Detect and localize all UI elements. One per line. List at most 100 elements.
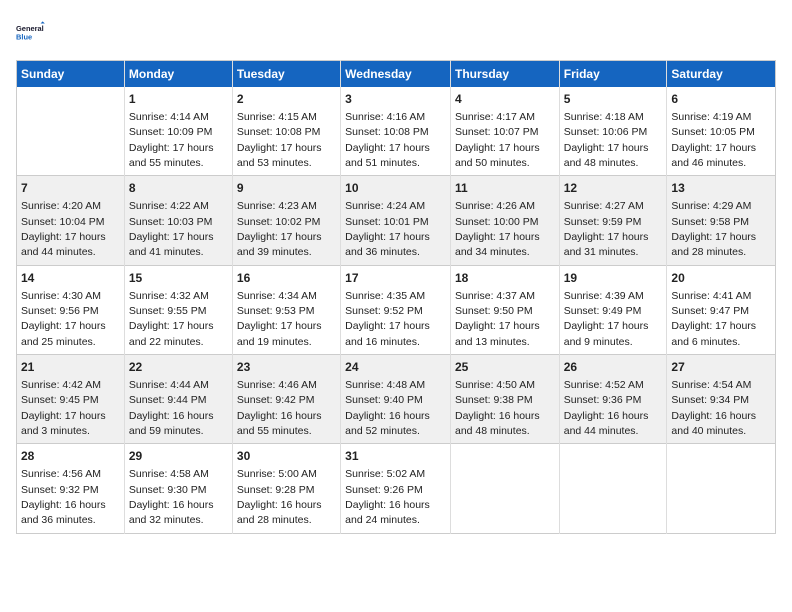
week-row-3: 14 Sunrise: 4:30 AM Sunset: 9:56 PM Dayli… [17, 265, 776, 354]
calendar-table: SundayMondayTuesdayWednesdayThursdayFrid… [16, 60, 776, 534]
day-info: Sunrise: 4:52 AM Sunset: 9:36 PM Dayligh… [564, 379, 649, 437]
weekday-header-wednesday: Wednesday [341, 61, 451, 88]
calendar-cell: 6Sunrise: 4:19 AM Sunset: 10:05 PM Dayli… [667, 87, 776, 176]
calendar-cell: 8 Sunrise: 4:22 AM Sunset: 10:03 PM Dayli… [124, 176, 232, 265]
calendar-cell [17, 87, 125, 176]
day-info: Sunrise: 4:35 AM Sunset: 9:52 PM Dayligh… [345, 290, 430, 348]
calendar-cell: 26 Sunrise: 4:52 AM Sunset: 9:36 PM Dayli… [559, 355, 667, 444]
calendar-cell: 3Sunrise: 4:16 AM Sunset: 10:08 PM Dayli… [341, 87, 451, 176]
day-info: Sunrise: 4:20 AM Sunset: 10:04 PM Daylig… [21, 200, 106, 258]
day-info: Sunrise: 4:24 AM Sunset: 10:01 PM Daylig… [345, 200, 430, 258]
svg-text:Blue: Blue [16, 32, 32, 41]
day-number: 1 [129, 91, 228, 108]
weekday-header-sunday: Sunday [17, 61, 125, 88]
day-number: 19 [564, 270, 663, 287]
calendar-cell: 7 Sunrise: 4:20 AM Sunset: 10:04 PM Dayli… [17, 176, 125, 265]
day-info: Sunrise: 4:27 AM Sunset: 9:59 PM Dayligh… [564, 200, 649, 258]
logo: GeneralBlue [16, 16, 48, 48]
day-number: 28 [21, 448, 120, 465]
day-info: Sunrise: 4:42 AM Sunset: 9:45 PM Dayligh… [21, 379, 106, 437]
day-number: 24 [345, 359, 446, 376]
day-info: Sunrise: 4:30 AM Sunset: 9:56 PM Dayligh… [21, 290, 106, 348]
day-info: Sunrise: 4:19 AM Sunset: 10:05 PM Daylig… [671, 111, 756, 169]
calendar-cell: 14 Sunrise: 4:30 AM Sunset: 9:56 PM Dayli… [17, 265, 125, 354]
weekday-header-thursday: Thursday [450, 61, 559, 88]
calendar-cell: 28 Sunrise: 4:56 AM Sunset: 9:32 PM Dayli… [17, 444, 125, 533]
day-info: Sunrise: 4:34 AM Sunset: 9:53 PM Dayligh… [237, 290, 322, 348]
calendar-cell [559, 444, 667, 533]
calendar-cell: 20 Sunrise: 4:41 AM Sunset: 9:47 PM Dayli… [667, 265, 776, 354]
day-number: 16 [237, 270, 336, 287]
calendar-cell: 4 Sunrise: 4:17 AM Sunset: 10:07 PM Dayli… [450, 87, 559, 176]
day-info: Sunrise: 4:48 AM Sunset: 9:40 PM Dayligh… [345, 379, 430, 437]
calendar-cell [450, 444, 559, 533]
weekday-header-friday: Friday [559, 61, 667, 88]
day-number: 14 [21, 270, 120, 287]
day-number: 11 [455, 180, 555, 197]
calendar-cell: 19 Sunrise: 4:39 AM Sunset: 9:49 PM Dayli… [559, 265, 667, 354]
weekday-header-tuesday: Tuesday [232, 61, 340, 88]
calendar-cell: 2Sunrise: 4:15 AM Sunset: 10:08 PM Dayli… [232, 87, 340, 176]
calendar-cell: 18Sunrise: 4:37 AM Sunset: 9:50 PM Dayli… [450, 265, 559, 354]
week-row-2: 7 Sunrise: 4:20 AM Sunset: 10:04 PM Dayli… [17, 176, 776, 265]
svg-text:General: General [16, 24, 44, 33]
day-info: Sunrise: 4:23 AM Sunset: 10:02 PM Daylig… [237, 200, 322, 258]
calendar-cell: 27 Sunrise: 4:54 AM Sunset: 9:34 PM Dayli… [667, 355, 776, 444]
day-number: 20 [671, 270, 771, 287]
day-info: Sunrise: 4:41 AM Sunset: 9:47 PM Dayligh… [671, 290, 756, 348]
day-info: Sunrise: 5:00 AM Sunset: 9:28 PM Dayligh… [237, 468, 322, 526]
week-row-1: 1 Sunrise: 4:14 AM Sunset: 10:09 PM Dayli… [17, 87, 776, 176]
day-info: Sunrise: 4:17 AM Sunset: 10:07 PM Daylig… [455, 111, 540, 169]
day-number: 8 [129, 180, 228, 197]
day-number: 17 [345, 270, 446, 287]
day-info: Sunrise: 4:58 AM Sunset: 9:30 PM Dayligh… [129, 468, 214, 526]
day-number: 3 [345, 91, 446, 108]
day-info: Sunrise: 4:44 AM Sunset: 9:44 PM Dayligh… [129, 379, 214, 437]
calendar-cell: 13Sunrise: 4:29 AM Sunset: 9:58 PM Dayli… [667, 176, 776, 265]
day-info: Sunrise: 4:39 AM Sunset: 9:49 PM Dayligh… [564, 290, 649, 348]
calendar-cell: 30 Sunrise: 5:00 AM Sunset: 9:28 PM Dayli… [232, 444, 340, 533]
weekday-header-row: SundayMondayTuesdayWednesdayThursdayFrid… [17, 61, 776, 88]
weekday-header-saturday: Saturday [667, 61, 776, 88]
page-header: GeneralBlue [16, 16, 776, 48]
week-row-5: 28 Sunrise: 4:56 AM Sunset: 9:32 PM Dayli… [17, 444, 776, 533]
calendar-cell: 10 Sunrise: 4:24 AM Sunset: 10:01 PM Dayl… [341, 176, 451, 265]
day-number: 30 [237, 448, 336, 465]
calendar-cell: 23 Sunrise: 4:46 AM Sunset: 9:42 PM Dayli… [232, 355, 340, 444]
calendar-cell: 11Sunrise: 4:26 AM Sunset: 10:00 PM Dayl… [450, 176, 559, 265]
day-info: Sunrise: 4:46 AM Sunset: 9:42 PM Dayligh… [237, 379, 322, 437]
day-number: 23 [237, 359, 336, 376]
day-info: Sunrise: 5:02 AM Sunset: 9:26 PM Dayligh… [345, 468, 430, 526]
weekday-header-monday: Monday [124, 61, 232, 88]
day-number: 5 [564, 91, 663, 108]
day-number: 7 [21, 180, 120, 197]
calendar-cell: 25Sunrise: 4:50 AM Sunset: 9:38 PM Dayli… [450, 355, 559, 444]
day-number: 2 [237, 91, 336, 108]
logo-icon: GeneralBlue [16, 16, 48, 48]
day-number: 26 [564, 359, 663, 376]
day-info: Sunrise: 4:32 AM Sunset: 9:55 PM Dayligh… [129, 290, 214, 348]
week-row-4: 21 Sunrise: 4:42 AM Sunset: 9:45 PM Dayli… [17, 355, 776, 444]
day-info: Sunrise: 4:54 AM Sunset: 9:34 PM Dayligh… [671, 379, 756, 437]
calendar-cell: 9 Sunrise: 4:23 AM Sunset: 10:02 PM Dayli… [232, 176, 340, 265]
calendar-cell: 31 Sunrise: 5:02 AM Sunset: 9:26 PM Dayli… [341, 444, 451, 533]
day-number: 21 [21, 359, 120, 376]
day-number: 12 [564, 180, 663, 197]
day-number: 31 [345, 448, 446, 465]
day-number: 25 [455, 359, 555, 376]
day-number: 27 [671, 359, 771, 376]
day-info: Sunrise: 4:22 AM Sunset: 10:03 PM Daylig… [129, 200, 214, 258]
day-number: 10 [345, 180, 446, 197]
calendar-cell: 5 Sunrise: 4:18 AM Sunset: 10:06 PM Dayli… [559, 87, 667, 176]
day-info: Sunrise: 4:56 AM Sunset: 9:32 PM Dayligh… [21, 468, 106, 526]
calendar-cell: 16 Sunrise: 4:34 AM Sunset: 9:53 PM Dayli… [232, 265, 340, 354]
day-info: Sunrise: 4:14 AM Sunset: 10:09 PM Daylig… [129, 111, 214, 169]
day-info: Sunrise: 4:37 AM Sunset: 9:50 PM Dayligh… [455, 290, 540, 348]
calendar-cell: 15Sunrise: 4:32 AM Sunset: 9:55 PM Dayli… [124, 265, 232, 354]
calendar-cell [667, 444, 776, 533]
day-number: 4 [455, 91, 555, 108]
day-info: Sunrise: 4:18 AM Sunset: 10:06 PM Daylig… [564, 111, 649, 169]
day-number: 22 [129, 359, 228, 376]
day-number: 9 [237, 180, 336, 197]
calendar-cell: 17 Sunrise: 4:35 AM Sunset: 9:52 PM Dayli… [341, 265, 451, 354]
